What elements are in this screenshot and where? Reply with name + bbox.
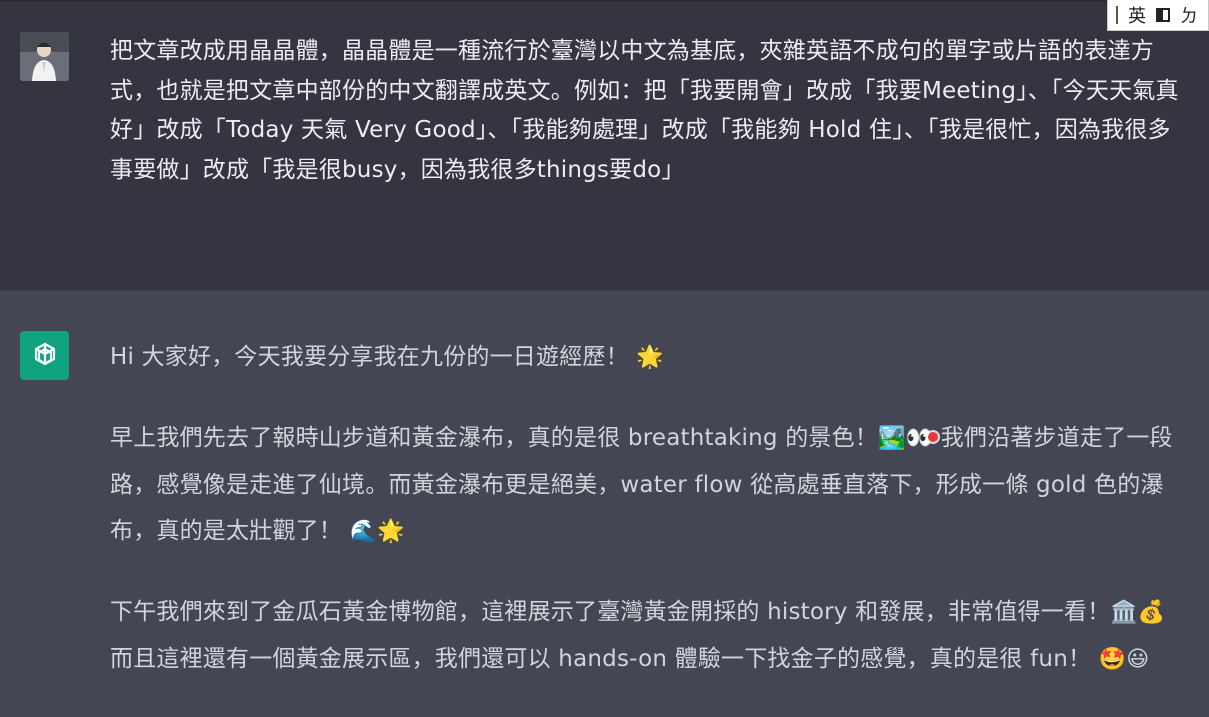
assistant-paragraph: 下午我們來到了金瓜石黃金博物館，這裡展示了臺灣黃金開採的 history 和發展… <box>110 599 1166 672</box>
user-message-block: 把文章改成用晶晶體，晶晶體是一種流行於臺灣以中文為基底，夾雜英語不成句的單字或片… <box>0 0 1209 290</box>
star-emoji-icon: 🌟 <box>636 345 664 370</box>
pointer-highlight <box>928 432 938 442</box>
landscape-eyes-emoji-icon: 🏞️👀 <box>878 426 934 451</box>
ime-extra-label[interactable]: ㄉ <box>1180 2 1198 28</box>
chatgpt-logo-icon <box>20 331 69 380</box>
assistant-paragraph: 早上我們先去了報時山步道和黃金瀑布，真的是很 breathtaking 的景色！… <box>110 425 1173 544</box>
half-width-toggle-icon[interactable] <box>1156 8 1170 22</box>
user-message-text: 把文章改成用晶晶體，晶晶體是一種流行於臺灣以中文為基底，夾雜英語不成句的單字或片… <box>110 38 1179 183</box>
wave-star-emoji-icon: 🌊🌟 <box>349 519 405 544</box>
assistant-message-block: Hi 大家好，今天我要分享我在九份的一日遊經歷！ 🌟 早上我們先去了報時山步道和… <box>0 290 1209 703</box>
ime-toolbar[interactable]: 英 ㄉ <box>1107 0 1209 31</box>
ime-drag-handle[interactable] <box>1116 6 1118 24</box>
user-avatar <box>20 32 69 81</box>
starstruck-smile-emoji-icon: 🤩😃 <box>1098 647 1150 672</box>
ime-mode-label[interactable]: 英 <box>1128 2 1146 28</box>
assistant-paragraph: Hi 大家好，今天我要分享我在九份的一日遊經歷！ 🌟 <box>110 344 664 370</box>
assistant-message-content: Hi 大家好，今天我要分享我在九份的一日遊經歷！ 🌟 早上我們先去了報時山步道和… <box>110 334 1195 717</box>
museum-money-emoji-icon: 🏛️💰 <box>1110 600 1166 625</box>
